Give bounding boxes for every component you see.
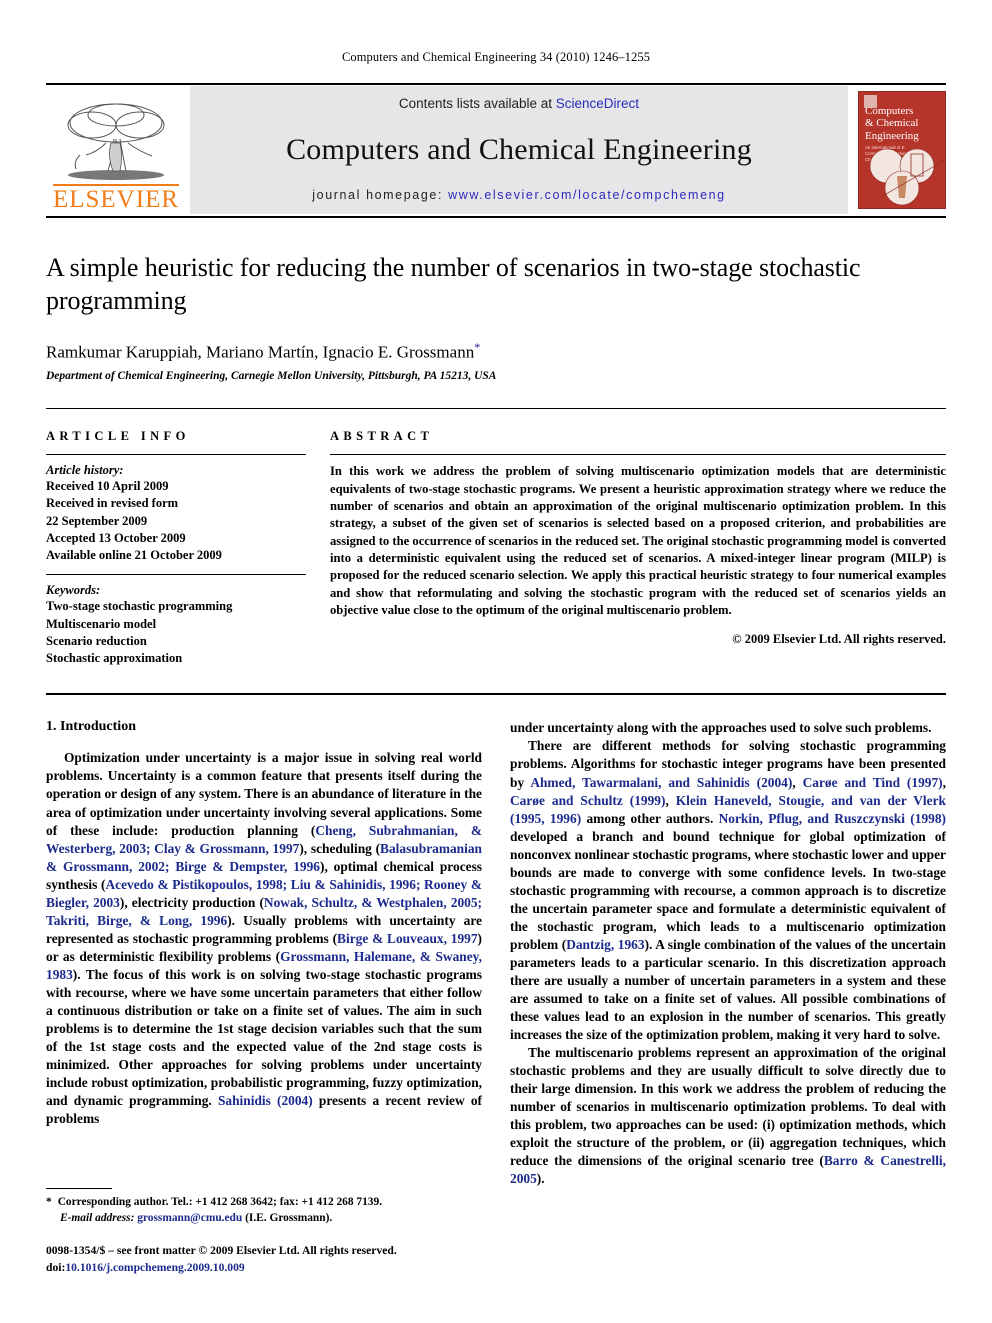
citation-link[interactable]: Ahmed, Tawarmalani, and Sahinidis (2004) [530, 775, 792, 790]
cover-title-line3: Engineering [865, 129, 919, 142]
copyright-line: © 2009 Elsevier Ltd. All rights reserved… [732, 631, 946, 646]
keywords-group: Keywords: Two-stage stochastic programmi… [46, 583, 306, 667]
doi-label: doi: [46, 1261, 66, 1275]
section-heading-introduction: 1. Introduction [46, 719, 136, 735]
citation-link[interactable]: Norkin, Pflug, and Ruszczynski (1998) [719, 811, 946, 826]
history-item: Available online 21 October 2009 [46, 548, 222, 563]
article-history-group: Article history: Received 10 April 2009 … [46, 463, 306, 564]
history-item: 22 September 2009 [46, 513, 148, 528]
affiliation: Department of Chemical Engineering, Carn… [46, 370, 497, 383]
journal-cover-thumbnail: Computers & Chemical Engineering An inte… [858, 91, 946, 209]
citation-link[interactable]: Carøe and Tind (1997) [803, 775, 943, 790]
body-paragraph: There are different methods for solving … [510, 737, 946, 1044]
body-paragraph: Optimization under uncertainty is a majo… [46, 749, 482, 1128]
footnote-email-line: E-mail address: grossmann@cmu.edu (I.E. … [46, 1211, 482, 1227]
cover-title-line2: & Chemical [865, 117, 919, 130]
paragraph-text: ), electricity production ( [119, 894, 264, 910]
abstract-rule [330, 454, 946, 456]
sciencedirect-link[interactable]: ScienceDirect [556, 96, 639, 111]
doi-line: doi:10.1016/j.compchemeng.2009.10.009 [46, 1260, 482, 1277]
footnote-corresponding-text: Corresponding author. Tel.: +1 412 268 3… [57, 1196, 383, 1209]
email-address-label: E-mail address: [60, 1212, 135, 1225]
paragraph-text: The multiscenario problems represent an … [510, 1044, 946, 1169]
elsevier-wordmark: ELSEVIER [52, 184, 180, 213]
contents-prefix: Contents lists available at [398, 96, 553, 111]
keyword-item: Multiscenario model [46, 616, 157, 631]
journal-article-page: Computers and Chemical Engineering 34 (2… [0, 0, 992, 1323]
article-history-label: Article history: [46, 463, 124, 478]
body-paragraph: under uncertainty along with the approac… [510, 719, 946, 737]
body-column-right: under uncertainty along with the approac… [510, 719, 946, 1279]
citation-link[interactable]: Carøe and Schultz (1999) [510, 793, 665, 808]
journal-masthead: ELSEVIER Contents lists available at Sci… [46, 83, 946, 214]
article-info-heading: ARTICLE INFO [46, 429, 190, 444]
article-info-column: ARTICLE INFO Article history: Received 1… [46, 429, 306, 677]
author-names: Ramkumar Karuppiah, Mariano Martín, Igna… [46, 342, 475, 362]
page-title: A simple heuristic for reducing the numb… [46, 253, 861, 315]
author-list: Ramkumar Karuppiah, Mariano Martín, Igna… [46, 340, 946, 363]
cover-illustration-icon [869, 148, 945, 206]
journal-title: Computers and Chemical Engineering [286, 132, 752, 166]
paragraph-text: , [792, 774, 803, 790]
cover-elsevier-mark-icon [864, 95, 877, 108]
paragraph-text: among other authors. [581, 810, 719, 826]
keyword-item: Stochastic approximation [46, 651, 183, 666]
abstract-column: ABSTRACT In this work we address the pro… [330, 429, 946, 677]
abstract-bottom-rule [46, 693, 946, 696]
corresponding-author-footnote: * Corresponding author. Tel.: +1 412 268 … [46, 1195, 482, 1227]
info-abstract-section: ARTICLE INFO Article history: Received 1… [46, 408, 946, 677]
abstract-text: In this work we address the problem of s… [330, 464, 946, 618]
cover-title-line1: Computers [865, 105, 914, 117]
running-head: Computers and Chemical Engineering 34 (2… [341, 50, 651, 64]
journal-homepage-line: journal homepage: www.elsevier.com/locat… [312, 188, 725, 202]
paragraph-text: ). A single combination of the values of… [510, 936, 946, 1042]
elsevier-tree-icon [56, 99, 176, 183]
abstract-heading: ABSTRACT [330, 429, 434, 444]
homepage-prefix: journal homepage: [312, 188, 444, 202]
issn-copyright-line: 0098-1354/$ – see front matter © 2009 El… [46, 1244, 397, 1258]
article-info-rule [46, 454, 306, 456]
keywords-label: Keywords: [46, 583, 101, 598]
page-footer: 0098-1354/$ – see front matter © 2009 El… [46, 1243, 482, 1277]
paragraph-text: developed a branch and bound technique f… [510, 828, 946, 952]
homepage-url-link[interactable]: www.elsevier.com/locate/compchemeng [448, 188, 726, 202]
doi-link[interactable]: 10.1016/j.compchemeng.2009.10.009 [65, 1261, 244, 1274]
email-link[interactable]: grossmann@cmu.edu [137, 1212, 242, 1224]
masthead-center: Contents lists available at ScienceDirec… [190, 86, 848, 214]
corresponding-author-marker: * [474, 339, 481, 354]
paragraph-text: ), scheduling ( [299, 840, 381, 856]
email-owner: (I.E. Grossmann). [245, 1212, 333, 1225]
paragraph-text: ). The focus of this work is on solving … [46, 966, 482, 1108]
footnote-area: * Corresponding author. Tel.: +1 412 268 … [46, 1188, 482, 1277]
footnote-star-marker: * [46, 1196, 52, 1209]
history-item: Accepted 13 October 2009 [46, 530, 186, 545]
keyword-item: Scenario reduction [46, 633, 147, 648]
paragraph-text: ). [536, 1171, 545, 1187]
contents-list-line: Contents lists available at ScienceDirec… [399, 96, 639, 111]
elsevier-logo: ELSEVIER [46, 86, 186, 214]
citation-link[interactable]: Birge & Louveaux, 1997 [337, 931, 477, 946]
footnote-rule [46, 1188, 112, 1190]
left-column-paragraphs: Optimization under uncertainty is a majo… [46, 749, 482, 1128]
citation-link[interactable]: Sahinidis (2004) [218, 1093, 313, 1108]
paragraph-text: , [665, 792, 676, 808]
history-item: Received 10 April 2009 [46, 479, 169, 494]
keywords-rule [46, 574, 306, 576]
paragraph-text: under uncertainty along with the approac… [510, 720, 932, 736]
paragraph-text: , [942, 774, 946, 790]
title-block: A simple heuristic for reducing the numb… [46, 218, 946, 382]
right-column-paragraphs: under uncertainty along with the approac… [510, 719, 946, 1188]
body-paragraph: The multiscenario problems represent an … [510, 1044, 946, 1188]
keyword-item: Two-stage stochastic programming [46, 599, 233, 614]
citation-link[interactable]: Dantzig, 1963 [566, 937, 644, 952]
history-item: Received in revised form [46, 496, 179, 511]
